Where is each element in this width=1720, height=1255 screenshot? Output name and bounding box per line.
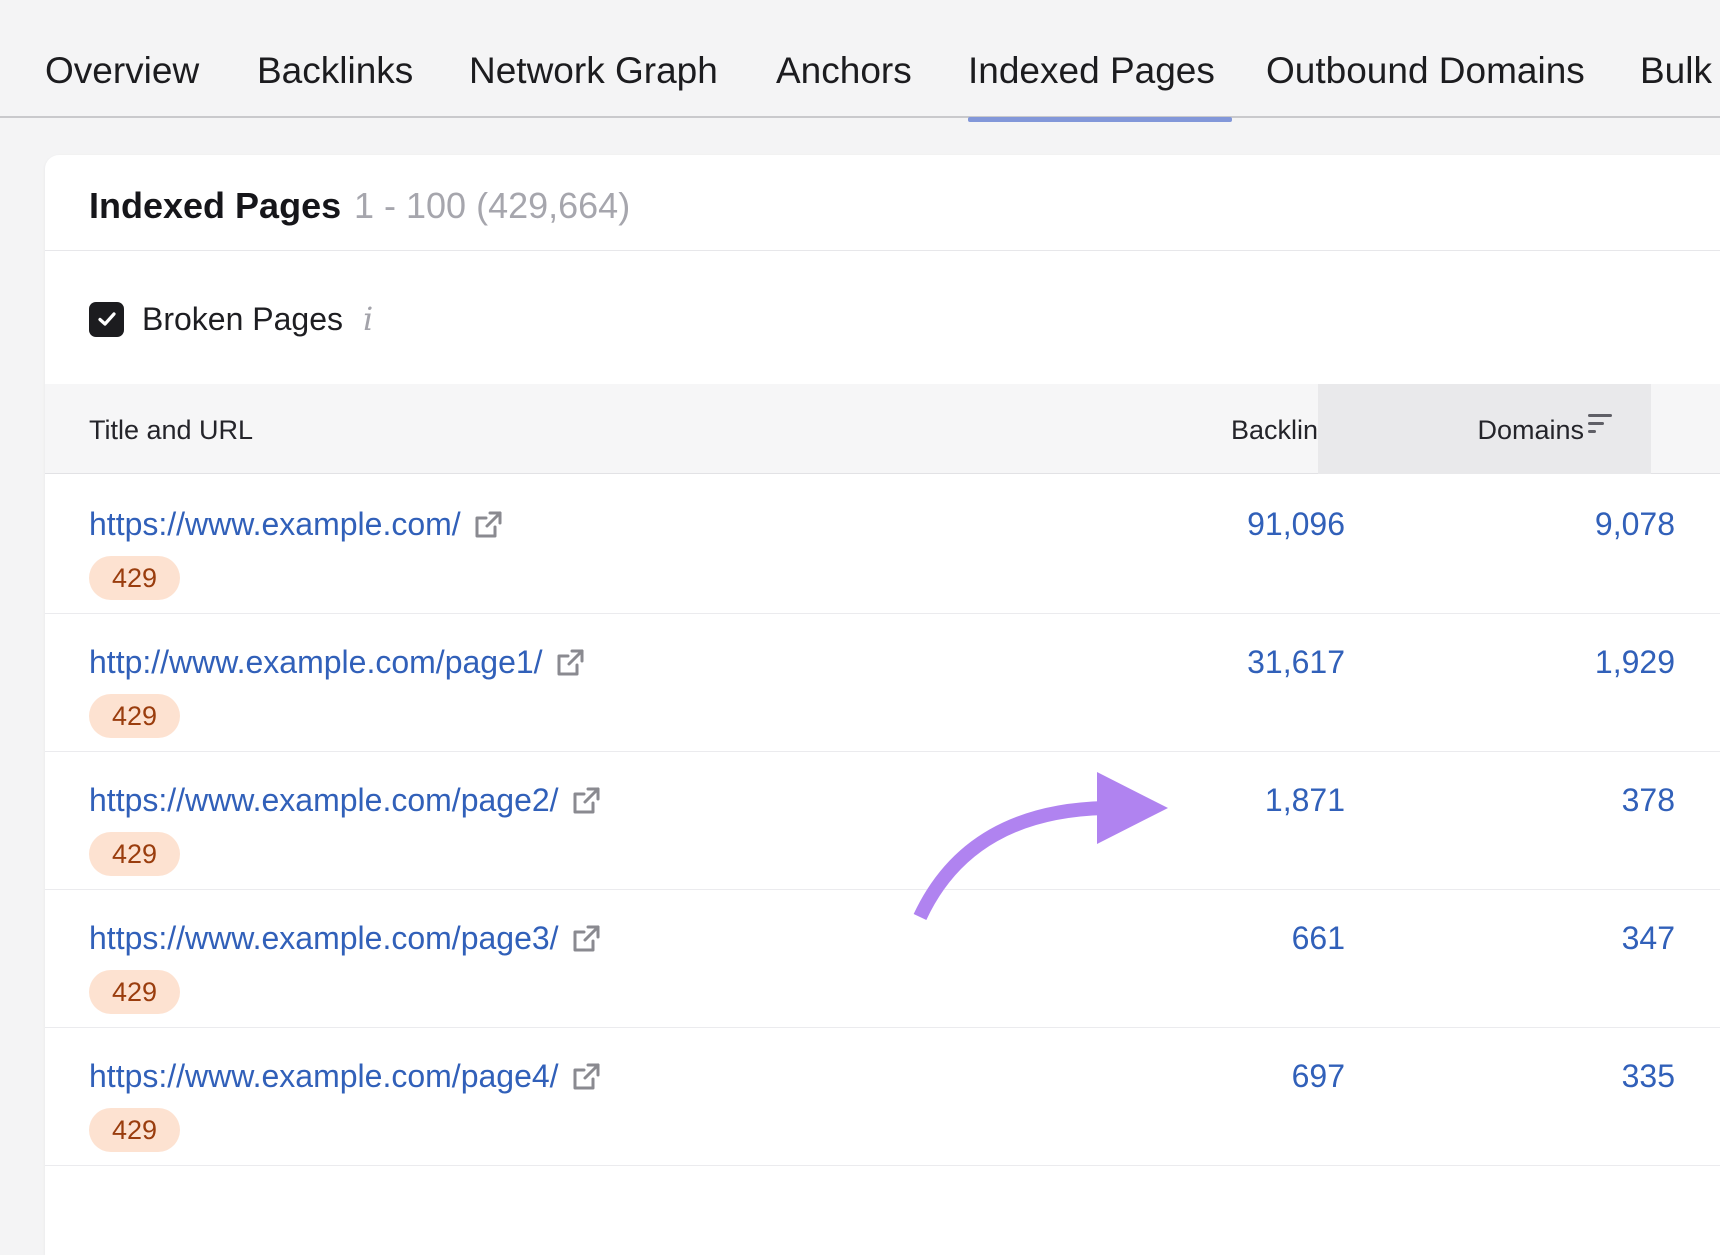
status-badge: 429 <box>89 832 180 876</box>
tab-anchors[interactable]: Anchors <box>776 50 912 92</box>
table-row: https://www.example.com/page3/429 661 347 <box>45 890 1720 1028</box>
domains-count[interactable]: 9,078 <box>1595 506 1675 543</box>
status-badge: 429 <box>89 970 180 1014</box>
page-url-text[interactable]: http://www.example.com/page1/ <box>89 644 543 681</box>
table-row: https://www.example.com/page4/429 697 335 <box>45 1028 1720 1166</box>
domains-count[interactable]: 335 <box>1622 1058 1675 1095</box>
external-link-icon[interactable] <box>571 924 601 954</box>
broken-pages-label: Broken Pages <box>142 300 344 337</box>
tab-outbound-domains[interactable]: Outbound Domains <box>1266 50 1585 92</box>
backlinks-count[interactable]: 697 <box>1292 1058 1345 1095</box>
table-row: http://www.example.com/page1/429 31,617 1,… <box>45 614 1720 752</box>
table-header: Title and URL Backlinks Domains <box>45 384 1720 474</box>
indexed-pages-card: Indexed Pages 1 - 100 (429,664) Broken P… <box>45 155 1720 1255</box>
page-url-link[interactable]: https://www.example.com/page2/ <box>89 782 601 819</box>
domains-count[interactable]: 347 <box>1622 920 1675 957</box>
page-url-link[interactable]: https://www.example.com/ <box>89 506 503 543</box>
tab-overview[interactable]: Overview <box>45 50 199 92</box>
tab-bulk[interactable]: Bulk <box>1640 50 1712 92</box>
card-title: Indexed Pages <box>89 185 342 226</box>
table-row: https://www.example.com/429 91,096 9,078 <box>45 476 1720 614</box>
table-row: https://www.example.com/page2/429 1,871 37… <box>45 752 1720 890</box>
page-url-text[interactable]: https://www.example.com/page2/ <box>89 782 559 819</box>
page-url-link[interactable]: https://www.example.com/page4/ <box>89 1058 601 1095</box>
tab-backlinks[interactable]: Backlinks <box>257 50 413 92</box>
status-badge: 429 <box>89 694 180 738</box>
tab-network-graph[interactable]: Network Graph <box>469 50 718 92</box>
domains-count[interactable]: 1,929 <box>1595 644 1675 681</box>
broken-pages-filter: Broken Pages i <box>89 299 373 339</box>
tab-bar: Overview Backlinks Network Graph Anchors… <box>0 0 1720 122</box>
page-url-link[interactable]: https://www.example.com/page3/ <box>89 920 601 957</box>
column-domains-label: Domains <box>1477 415 1584 445</box>
status-badge: 429 <box>89 1108 180 1152</box>
external-link-icon[interactable] <box>571 1062 601 1092</box>
external-link-icon[interactable] <box>555 648 585 678</box>
page-url-text[interactable]: https://www.example.com/page4/ <box>89 1058 559 1095</box>
backlinks-count[interactable]: 661 <box>1292 920 1345 957</box>
sort-descending-icon <box>1588 414 1612 433</box>
info-icon[interactable]: i <box>363 300 373 338</box>
checkmark-icon <box>97 312 116 326</box>
backlinks-count[interactable]: 31,617 <box>1247 644 1345 681</box>
backlinks-count[interactable]: 91,096 <box>1247 506 1345 543</box>
external-link-icon[interactable] <box>473 510 503 540</box>
card-header: Indexed Pages 1 - 100 (429,664) <box>45 155 1720 251</box>
tab-indexed-pages[interactable]: Indexed Pages <box>968 50 1232 122</box>
broken-pages-checkbox[interactable] <box>89 301 124 337</box>
domains-count[interactable]: 378 <box>1622 782 1675 819</box>
column-title-url: Title and URL <box>89 415 254 445</box>
page-url-text[interactable]: https://www.example.com/ <box>89 506 461 543</box>
column-domains[interactable]: Domains <box>1318 384 1651 474</box>
page-url-link[interactable]: http://www.example.com/page1/ <box>89 644 585 681</box>
result-range: 1 - 100 (429,664) <box>354 185 631 226</box>
page-url-text[interactable]: https://www.example.com/page3/ <box>89 920 559 957</box>
backlinks-count[interactable]: 1,871 <box>1265 782 1345 819</box>
external-link-icon[interactable] <box>571 786 601 816</box>
status-badge: 429 <box>89 556 180 600</box>
